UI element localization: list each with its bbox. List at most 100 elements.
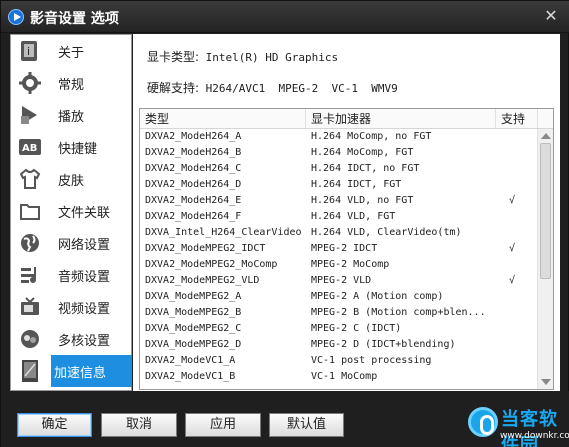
- sidebar-item-hotkeys[interactable]: AB 快捷键: [11, 131, 131, 163]
- table-row[interactable]: DXVA2_ModeH264_A H.264 MoComp, no FGT: [140, 129, 553, 145]
- gear-icon: [18, 71, 42, 95]
- type-cell: DXVA2_ModeVC1_A: [145, 355, 236, 366]
- folder-icon: [18, 199, 42, 223]
- column-header-support[interactable]: 支持: [496, 109, 538, 128]
- scroll-down-icon[interactable]: [541, 379, 551, 385]
- scroll-up-icon[interactable]: [541, 133, 551, 139]
- support-cell: [496, 161, 538, 177]
- sidebar-item-label: 文件关联: [58, 205, 111, 221]
- audio-icon: [18, 263, 42, 287]
- table-row[interactable]: DXVA2_ModeH264_C H.264 IDCT, no FGT: [140, 161, 553, 177]
- type-cell: DXVA_ModeMPEG2_D: [145, 339, 242, 350]
- sidebar-item-multicore[interactable]: 多核设置: [11, 323, 131, 355]
- support-cell: [496, 305, 538, 321]
- accelerator-cell: H.264 VLD, no FGT: [311, 195, 414, 206]
- gpu-type-value: Intel(R) HD Graphics: [205, 51, 339, 64]
- type-cell: DXVA2_ModeH264_C: [145, 163, 242, 174]
- close-button[interactable]: ✕: [542, 7, 560, 25]
- sidebar-item-about[interactable]: i 关于: [11, 35, 131, 67]
- svg-text:i: i: [27, 45, 30, 58]
- table-row[interactable]: DXVA_ModeMPEG2_C MPEG-2 C (IDCT): [140, 321, 553, 337]
- accelerator-cell: MPEG-2 IDCT: [311, 243, 378, 254]
- tv-icon: [18, 295, 42, 319]
- svg-text:AB: AB: [22, 143, 37, 154]
- vertical-scrollbar[interactable]: [537, 129, 553, 389]
- hw-decode-label: 硬解支持:: [147, 81, 200, 95]
- type-cell: DXVA_ModeMPEG2_A: [145, 291, 242, 302]
- table-row[interactable]: DXVA2_ModeVC1_B VC-1 MoComp: [140, 369, 553, 385]
- ok-button[interactable]: 确定: [17, 413, 92, 437]
- sidebar-item-skin[interactable]: 皮肤: [11, 163, 131, 195]
- watermark-logo: 当客软件园 www.downkr.com: [464, 401, 569, 447]
- watermark-mark-icon: [468, 407, 498, 437]
- ab-key-icon: AB: [18, 135, 42, 159]
- sidebar-item-general[interactable]: 常规: [11, 67, 131, 99]
- scroll-thumb[interactable]: [540, 143, 551, 279]
- cancel-button[interactable]: 取消: [101, 413, 177, 437]
- support-cell: [496, 289, 538, 305]
- sidebar-item-file-assoc[interactable]: 文件关联: [11, 195, 131, 227]
- type-cell: DXVA2_ModeH264_D: [145, 179, 242, 190]
- play-icon: [18, 103, 42, 127]
- support-cell: [496, 257, 538, 273]
- table-row[interactable]: DXVA2_ModeH264_E H.264 VLD, no FGT √: [140, 193, 553, 209]
- accelerator-cell: H.264 MoComp, no FGT: [311, 131, 432, 142]
- type-cell: DXVA2_ModeMPEG2_IDCT: [145, 243, 266, 254]
- accelerator-cell: H.264 IDCT, FGT: [311, 179, 402, 190]
- sidebar-item-label: 皮肤: [58, 173, 85, 189]
- table-row[interactable]: DXVA2_ModeH264_B H.264 MoComp, FGT: [140, 145, 553, 161]
- column-header-type[interactable]: 类型: [140, 109, 306, 128]
- support-cell: [496, 353, 538, 369]
- type-cell: DXVA2_ModeH264_B: [145, 147, 242, 158]
- watermark-url: www.downkr.com: [500, 431, 569, 441]
- type-cell: DXVA2_ModeH264_A: [145, 131, 242, 142]
- column-header-accelerator[interactable]: 显卡加速器: [306, 109, 496, 128]
- apply-button[interactable]: 应用: [185, 413, 261, 437]
- accelerator-cell: MPEG-2 C (IDCT): [311, 323, 402, 334]
- table-row[interactable]: DXVA2_ModeVC1_A VC-1 post processing: [140, 353, 553, 369]
- table-body: DXVA2_ModeH264_A H.264 MoComp, no FGT DXV…: [140, 129, 553, 385]
- accelerator-cell: H.264 VLD, FGT: [311, 211, 396, 222]
- settings-window: 影音设置 选项 ✕ i 关于 常规 播放 AB 快捷键 皮肤 文件关联 网络设置…: [0, 0, 569, 447]
- default-button[interactable]: 默认值: [269, 413, 344, 437]
- cpu-icon: [18, 327, 42, 351]
- title-bar[interactable]: 影音设置 选项 ✕: [1, 1, 569, 33]
- sidebar-item-label: 加速信息: [54, 365, 107, 381]
- sidebar-item-label: 快捷键: [58, 141, 98, 157]
- table-row[interactable]: DXVA2_ModeH264_D H.264 IDCT, FGT: [140, 177, 553, 193]
- type-cell: DXVA2_ModeMPEG2_MoComp: [145, 259, 278, 270]
- table-row[interactable]: DXVA2_ModeH264_F H.264 VLD, FGT: [140, 209, 553, 225]
- support-cell: [496, 337, 538, 353]
- accelerator-cell: H.264 VLD, ClearVideo(tm): [311, 227, 462, 238]
- table-row[interactable]: DXVA_ModeMPEG2_A MPEG-2 A (Motion comp): [140, 289, 553, 305]
- accelerator-cell: VC-1 MoComp: [311, 371, 378, 382]
- table-row[interactable]: DXVA2_ModeMPEG2_IDCT MPEG-2 IDCT √: [140, 241, 553, 257]
- table-row[interactable]: DXVA_ModeMPEG2_B MPEG-2 B (Motion comp+bl…: [140, 305, 553, 321]
- support-cell: √: [509, 243, 516, 254]
- support-cell: [496, 225, 538, 241]
- accelerator-cell: H.264 MoComp, FGT: [311, 147, 414, 158]
- table-header: 类型 显卡加速器 支持: [140, 109, 553, 129]
- accelerator-table: 类型 显卡加速器 支持 DXVA2_ModeH264_A H.264 MoComp…: [139, 108, 554, 390]
- table-row[interactable]: DXVA2_ModeMPEG2_VLD MPEG-2 VLD √: [140, 273, 553, 289]
- type-cell: DXVA2_ModeVC1_B: [145, 371, 236, 382]
- app-logo-icon: [8, 9, 24, 25]
- type-cell: DXVA2_ModeMPEG2_VLD: [145, 275, 260, 286]
- type-cell: DXVA2_ModeH264_F: [145, 211, 242, 222]
- accelerator-cell: VC-1 post processing: [311, 355, 432, 366]
- window-title: 影音设置 选项: [30, 11, 119, 27]
- support-cell: [496, 145, 538, 161]
- table-row[interactable]: DXVA_Intel_H264_ClearVideo H.264 VLD, Cle…: [140, 225, 553, 241]
- sidebar: i 关于 常规 播放 AB 快捷键 皮肤 文件关联 网络设置 音频设置 视频设置…: [10, 34, 132, 391]
- support-cell: √: [509, 195, 516, 206]
- hw-decode-value: H264/AVC1 MPEG-2 VC-1 WMV9: [205, 82, 398, 95]
- sidebar-item-video[interactable]: 视频设置: [11, 291, 131, 323]
- sidebar-item-network[interactable]: 网络设置: [11, 227, 131, 259]
- gpu-type-row: 显卡类型: Intel(R) HD Graphics: [147, 48, 338, 65]
- sidebar-item-audio[interactable]: 音频设置: [11, 259, 131, 291]
- table-row[interactable]: DXVA_ModeMPEG2_D MPEG-2 D (IDCT+blending): [140, 337, 553, 353]
- sidebar-item-accel-info[interactable]: 加速信息: [22, 355, 132, 387]
- sidebar-item-playback[interactable]: 播放: [11, 99, 131, 131]
- hw-decode-row: 硬解支持: H264/AVC1 MPEG-2 VC-1 WMV9: [147, 79, 398, 96]
- table-row[interactable]: DXVA2_ModeMPEG2_MoComp MPEG-2 MoComp: [140, 257, 553, 273]
